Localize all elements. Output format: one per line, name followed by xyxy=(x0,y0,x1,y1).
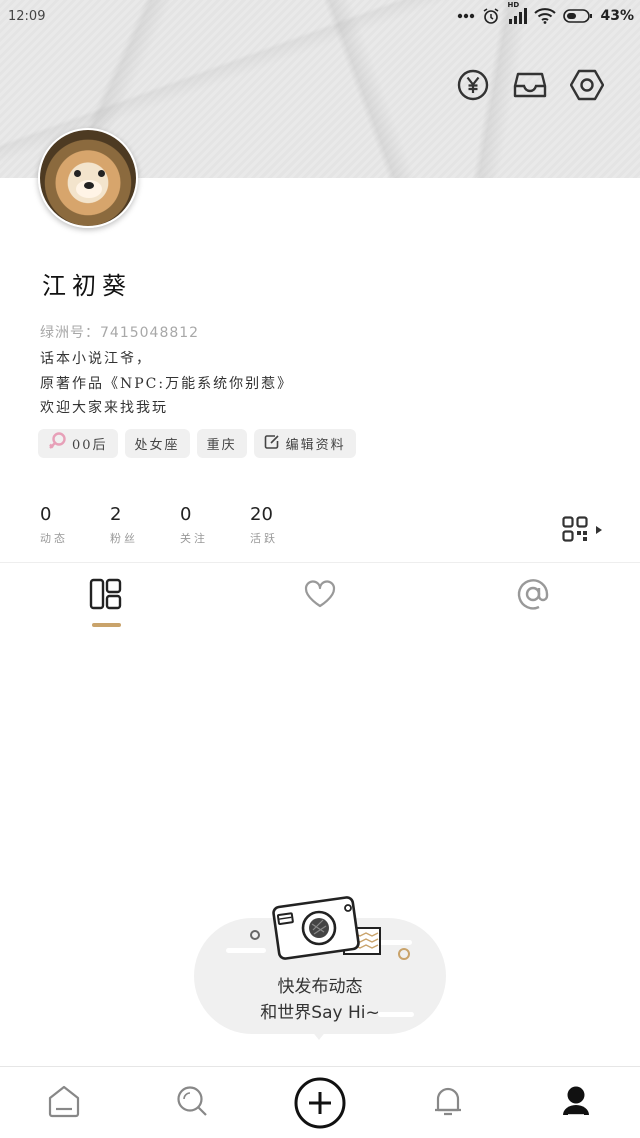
decor-dot-icon xyxy=(250,930,260,940)
avatar-eye xyxy=(74,170,81,177)
hexagon-settings-icon[interactable] xyxy=(570,68,604,102)
add-post-icon xyxy=(293,1076,347,1134)
notification-bell-icon xyxy=(432,1084,464,1122)
profile-stats: 0 动态 2 粉丝 0 关注 20 活跃 xyxy=(40,504,320,546)
empty-state-line2: 和世界Say Hi~ xyxy=(260,1003,380,1023)
status-icons: HD 43% xyxy=(457,1,634,25)
tag-age-label: 00后 xyxy=(72,438,108,453)
bottom-nav xyxy=(0,1066,640,1138)
edit-profile-button[interactable]: 编辑资料 xyxy=(253,429,356,458)
tab-posts[interactable] xyxy=(88,578,124,614)
tag-age: 00后 xyxy=(38,429,118,458)
bubble-dash xyxy=(226,948,266,953)
stat-label: 动态 xyxy=(40,532,68,545)
tag-zodiac: 处女座 xyxy=(124,429,190,458)
search-icon xyxy=(175,1084,209,1122)
bubble-tail xyxy=(311,1030,327,1040)
status-time: 12:09 xyxy=(8,9,46,24)
battery-percent: 43% xyxy=(600,8,634,24)
tag-city: 重庆 xyxy=(196,429,247,458)
nav-profile[interactable] xyxy=(554,1081,598,1125)
female-icon xyxy=(48,431,66,456)
camera-icon xyxy=(266,894,386,966)
profile-icon xyxy=(560,1084,592,1122)
stat-label: 关注 xyxy=(180,532,208,545)
yen-coin-icon[interactable] xyxy=(456,68,490,102)
avatar-nose xyxy=(84,182,94,189)
more-dots-icon xyxy=(457,13,475,19)
section-divider xyxy=(0,562,640,563)
home-icon xyxy=(46,1084,82,1122)
tab-mentions[interactable] xyxy=(515,578,551,614)
stat-value: 0 xyxy=(180,504,192,525)
stat-activity[interactable]: 20 活跃 xyxy=(250,504,320,546)
bio-line: 欢迎大家来找我玩 xyxy=(40,400,168,416)
active-tab-indicator xyxy=(92,623,121,627)
nav-add-post[interactable] xyxy=(290,1075,350,1135)
battery-icon xyxy=(563,8,593,24)
edit-icon xyxy=(264,434,280,454)
network-badge: HD xyxy=(507,1,520,9)
avatar[interactable] xyxy=(38,128,138,228)
bio-line: 话本小说江爷， xyxy=(40,351,152,367)
nav-notifications[interactable] xyxy=(426,1081,470,1125)
tag-zodiac-label: 处女座 xyxy=(134,438,180,453)
inbox-tray-icon[interactable] xyxy=(513,68,547,102)
wifi-icon xyxy=(534,8,557,24)
profile-name: 江初葵 xyxy=(42,272,132,300)
qr-code-button[interactable] xyxy=(562,516,604,548)
alarm-icon xyxy=(482,7,500,25)
stat-value: 20 xyxy=(250,504,273,525)
stat-value: 0 xyxy=(40,504,52,525)
at-mention-icon xyxy=(515,576,551,616)
stat-label: 粉丝 xyxy=(110,532,138,545)
decor-dot-icon xyxy=(398,948,410,960)
profile-id[interactable]: 绿洲号：7415048812 xyxy=(40,322,199,342)
stat-posts[interactable]: 0 动态 xyxy=(40,504,110,546)
tab-likes[interactable] xyxy=(302,578,338,614)
stat-label: 活跃 xyxy=(250,532,278,545)
stat-value: 2 xyxy=(110,504,122,525)
profile-tags: 00后 处女座 重庆 编辑资料 xyxy=(38,429,356,458)
avatar-eye xyxy=(98,170,105,177)
stat-followers[interactable]: 2 粉丝 xyxy=(110,504,180,546)
heart-icon xyxy=(303,579,337,613)
nav-home[interactable] xyxy=(42,1081,86,1125)
edit-profile-label: 编辑资料 xyxy=(285,438,346,453)
bio-line: 原著作品《NPC:万能系统你别惹》 xyxy=(40,376,294,392)
status-bar: 12:09 HD 43% xyxy=(0,0,640,36)
empty-state-line1: 快发布动态 xyxy=(277,977,363,997)
nav-search[interactable] xyxy=(170,1081,214,1125)
signal-icon: HD xyxy=(507,1,528,25)
tag-city-label: 重庆 xyxy=(206,438,237,453)
stat-following[interactable]: 0 关注 xyxy=(180,504,250,546)
grid-posts-icon xyxy=(89,578,123,614)
